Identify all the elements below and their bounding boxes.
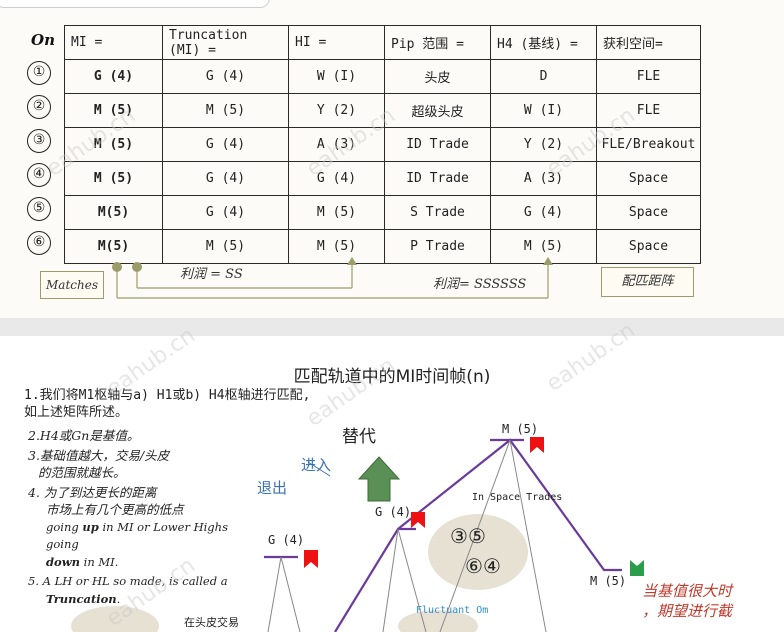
exit-label: 退出 xyxy=(257,479,288,497)
bottom-cut-label: 在头皮交易 xyxy=(184,616,239,629)
cell-profit: FLE/Breakout xyxy=(596,127,701,162)
table-row: M (5) G (4) G (4) ID Trade A (3) Space xyxy=(64,161,701,196)
cell-profit: FLE xyxy=(596,59,701,94)
cell-truncation: G (4) xyxy=(162,161,289,196)
header-h4-baseline: H4 (基线) = xyxy=(490,25,597,60)
cell-pip: ID Trade xyxy=(384,161,491,196)
g4-left-label: G (4) xyxy=(268,533,305,547)
mi-matrix-table: MI = Truncation (MI) = HI = Pip 范围 = H4 … xyxy=(64,25,701,264)
cell-truncation: M (5) xyxy=(162,93,289,128)
red-flag-left xyxy=(304,550,318,568)
cell-mi: M (5) xyxy=(64,127,163,162)
table-row: M (5) G (4) A (3) ID Trade Y (2) FLE/Bre… xyxy=(64,127,701,162)
match-dot-right xyxy=(132,262,142,272)
match-matrix-label: 配匹距阵 xyxy=(601,267,694,297)
cell-h1: Y (2) xyxy=(288,93,385,128)
row-number-5: ⑤ xyxy=(27,197,51,221)
peak-m5-label: M (5) xyxy=(502,422,539,436)
header-truncation: Truncation (MI) = xyxy=(162,25,289,60)
circle-num-4: ④ xyxy=(482,554,501,578)
cell-h4: D xyxy=(490,59,597,94)
cell-profit: FLE xyxy=(596,93,701,128)
row-number-2: ② xyxy=(27,95,51,119)
cell-h1: A (3) xyxy=(288,127,385,162)
cell-profit: Space xyxy=(596,161,701,196)
cell-pip: S Trade xyxy=(384,195,491,230)
cell-h1: M (5) xyxy=(288,195,385,230)
cell-pip: ID Trade xyxy=(384,127,491,162)
cell-pip: 头皮 xyxy=(384,59,491,94)
m5-right-label: M (5) xyxy=(590,574,627,588)
cell-truncation: G (4) xyxy=(162,127,289,162)
in-space-trades-label: In Space Trades xyxy=(472,492,563,503)
row-number-1: ① xyxy=(27,61,51,85)
match-dot-left xyxy=(112,262,122,272)
circle-3-5: ③⑤ xyxy=(450,524,486,548)
bottom-left-ellipse xyxy=(71,606,159,632)
cell-truncation: G (4) xyxy=(162,195,289,230)
cell-h4: W (I) xyxy=(490,93,597,128)
cell-mi: G (4) xyxy=(64,59,163,94)
cell-h1: W (I) xyxy=(288,59,385,94)
red-note-line-1: 当基值很大时 xyxy=(642,582,733,600)
circle-6-4: ⑥④ xyxy=(465,554,501,578)
row-number-6: ⑥ xyxy=(27,231,51,255)
header-mi: MI = xyxy=(64,25,163,60)
red-flag-peak xyxy=(530,437,544,453)
header-profit-space: 获利空间= xyxy=(596,25,701,60)
g4-mid-label: G (4) xyxy=(375,505,412,519)
row-number-3: ③ xyxy=(27,129,51,153)
table-row: M (5) M (5) Y (2) 超级头皮 W (I) FLE xyxy=(64,93,701,128)
replace-label: 替代 xyxy=(342,427,376,447)
enter-label: 进入 xyxy=(301,456,332,474)
fluctuant-label: Fluctuant Om xyxy=(416,605,489,616)
cell-profit: Space xyxy=(596,195,701,230)
circle-num-6: ⑥ xyxy=(465,554,483,578)
header-h1: HI = xyxy=(288,25,385,60)
profit-ss-label: 利润 = SS xyxy=(180,267,243,282)
cell-pip: 超级头皮 xyxy=(384,93,491,128)
red-flag-mid xyxy=(411,512,425,528)
profit-ssssss-label: 利润= SSSSSS xyxy=(433,277,527,292)
row-number-4: ④ xyxy=(27,163,51,187)
matches-label: Matches xyxy=(40,271,104,299)
cell-h1: G (4) xyxy=(288,161,385,196)
green-flag xyxy=(630,560,644,576)
cell-mi: M(5) xyxy=(64,195,163,230)
header-pip-range: Pip 范围 = xyxy=(384,25,491,60)
cell-truncation: G (4) xyxy=(162,59,289,94)
cell-mi: M (5) xyxy=(64,93,163,128)
cell-mi: M (5) xyxy=(64,161,163,196)
table-row: G (4) G (4) W (I) 头皮 D FLE xyxy=(64,59,701,94)
slide-tab xyxy=(0,0,270,8)
circle-num-3: ③ xyxy=(450,524,468,548)
cell-h4: A (3) xyxy=(490,161,597,196)
red-note-line-2: ，期望进行截 xyxy=(642,602,733,620)
red-note: 当基值很大时 ，期望进行截 xyxy=(642,581,732,621)
table-header-row: MI = Truncation (MI) = HI = Pip 范围 = H4 … xyxy=(64,25,701,60)
cell-h4: Y (2) xyxy=(490,127,597,162)
slide-separator xyxy=(0,318,784,336)
on-label: On xyxy=(31,31,55,49)
table-row: M(5) G (4) M (5) S Trade G (4) Space xyxy=(64,195,701,230)
circle-num-5: ⑤ xyxy=(467,524,486,548)
cell-h4: G (4) xyxy=(490,195,597,230)
